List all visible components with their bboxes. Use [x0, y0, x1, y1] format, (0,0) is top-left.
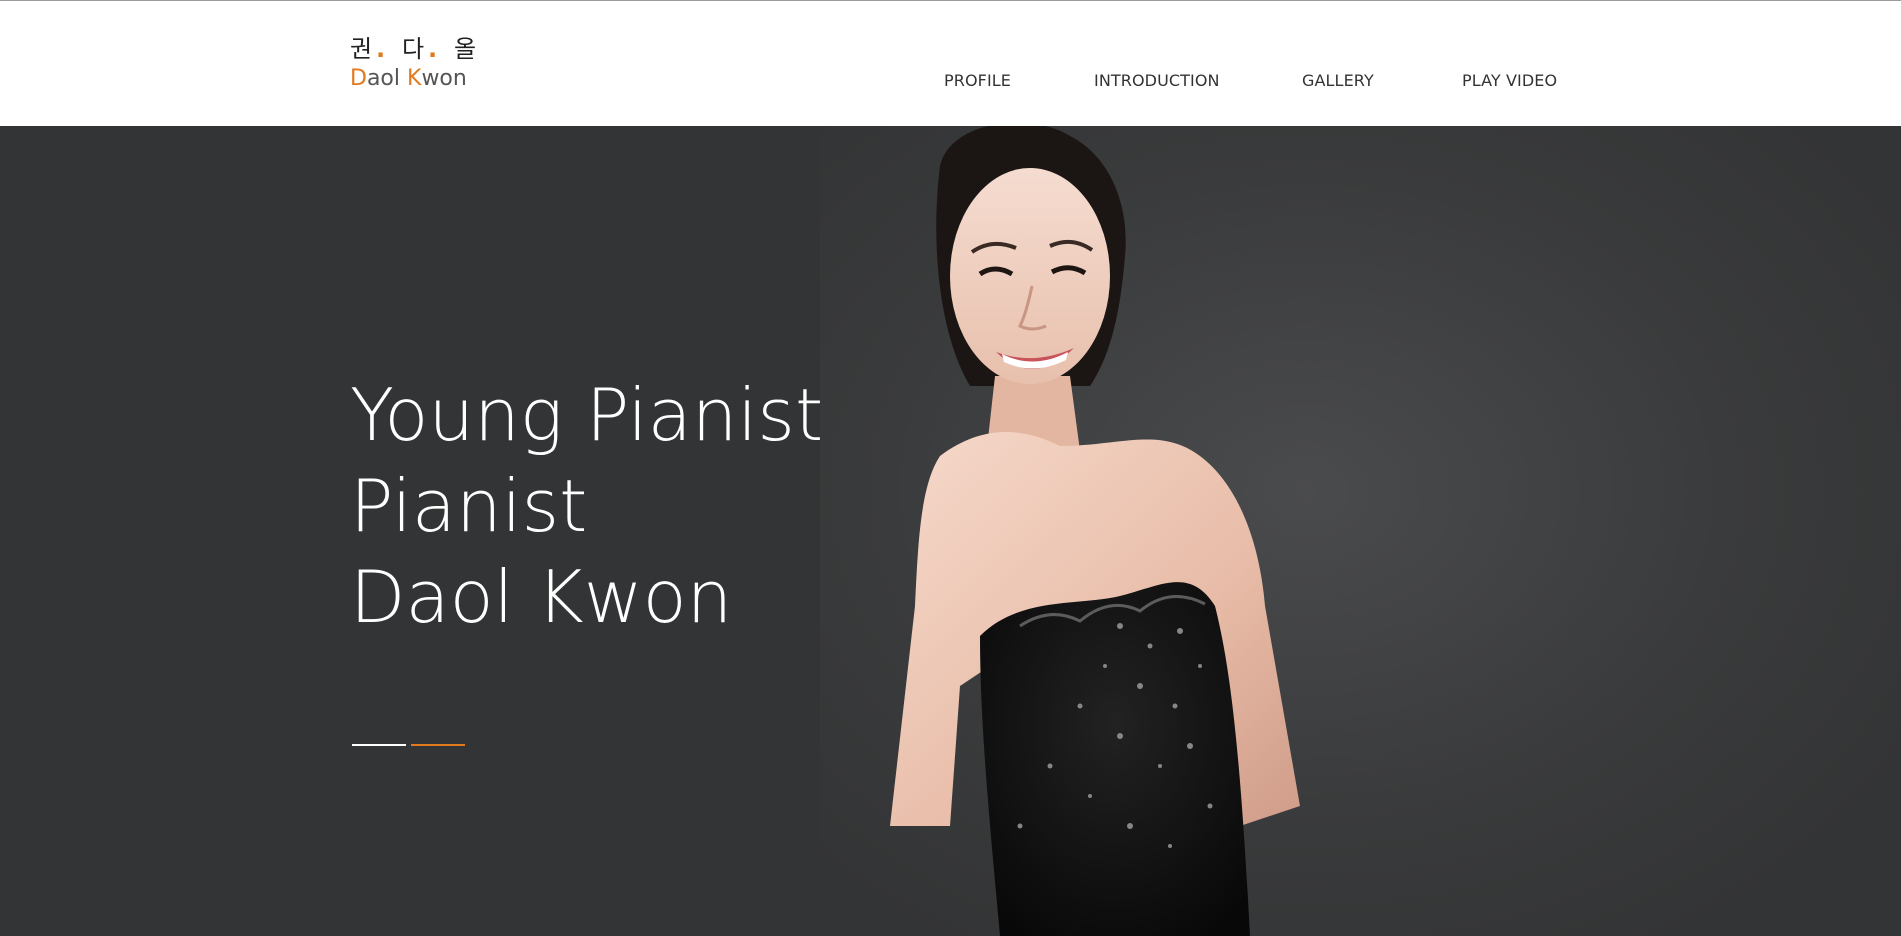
logo-dot: .: [376, 35, 386, 63]
slide-indicator-2-active[interactable]: [411, 744, 465, 746]
nav-item-introduction[interactable]: INTRODUCTION: [1094, 71, 1220, 90]
hero-line-3: Daol Kwon: [350, 555, 733, 639]
logo-initial: D: [350, 66, 367, 91]
hero-line-2: Pianist: [350, 464, 588, 548]
slide-indicator-1[interactable]: [352, 744, 406, 746]
logo-korean-syllable: 다: [402, 35, 425, 63]
logo-text: aol: [366, 66, 407, 91]
hero-line-1: Young Pianist: [350, 373, 824, 457]
hero-slider: Young Pianist Pianist Daol Kwon: [0, 126, 1901, 936]
logo-korean-syllable: 올: [454, 35, 477, 63]
logo-dot: .: [428, 35, 438, 63]
site-logo[interactable]: 권 . 다 . 올 Daol Kwon: [350, 35, 490, 93]
nav-item-gallery[interactable]: GALLERY: [1302, 71, 1374, 90]
logo-initial: K: [407, 66, 422, 91]
logo-korean-name: 권 . 다 . 올: [350, 35, 490, 63]
logo-text: won: [421, 66, 467, 91]
hero-headline: Young Pianist Pianist Daol Kwon: [350, 370, 823, 643]
logo-latin-name: Daol Kwon: [350, 65, 490, 93]
nav-item-profile[interactable]: PROFILE: [944, 71, 1011, 90]
pianist-portrait-photo: [820, 126, 1901, 936]
site-header: 권 . 다 . 올 Daol Kwon PROFILE INTRODUCTION…: [0, 1, 1901, 126]
nav-item-play-video[interactable]: PLAY VIDEO: [1462, 71, 1557, 90]
logo-korean-syllable: 권: [350, 35, 373, 63]
